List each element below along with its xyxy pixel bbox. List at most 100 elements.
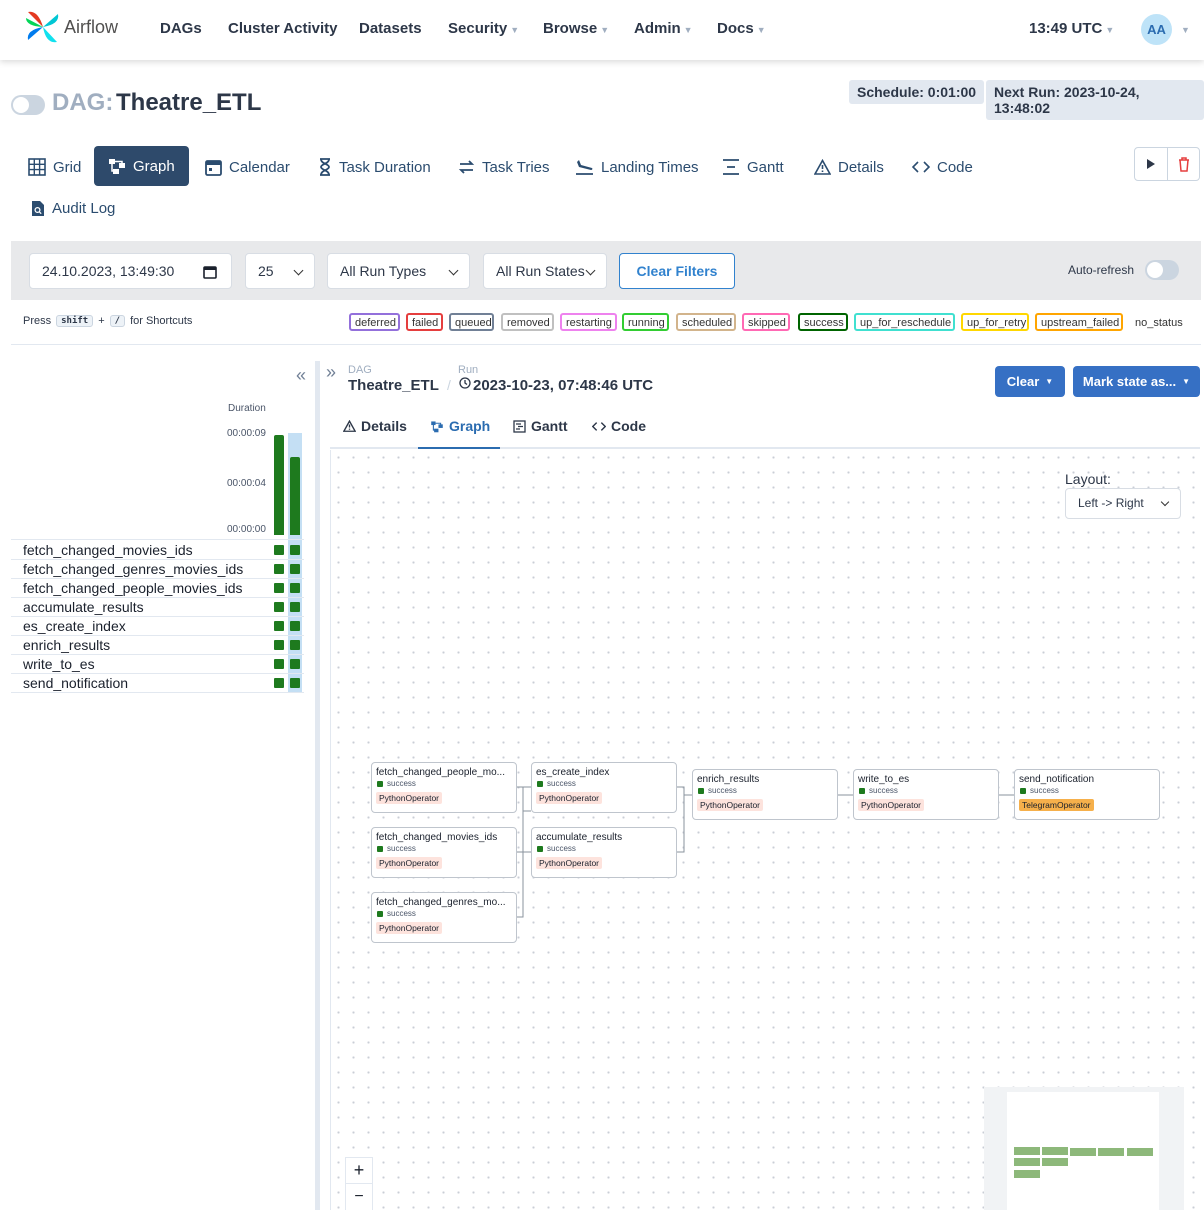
tab-grid[interactable]: Grid (14, 146, 95, 188)
task-instance-success-cell[interactable] (290, 564, 300, 574)
calendar-icon[interactable] (203, 265, 217, 279)
breadcrumb-run-time[interactable]: 2023-10-23, 07:48:46 UTC (473, 377, 653, 394)
expand-grid-icon[interactable]: » (326, 362, 336, 383)
clear-filters-button[interactable]: Clear Filters (619, 253, 735, 289)
run-types-select[interactable]: All Run Types (327, 253, 470, 289)
subtab-graph[interactable]: Graph (430, 418, 490, 434)
tab-graph[interactable]: Graph (94, 146, 189, 186)
num-runs-select[interactable]: 25 (245, 253, 315, 289)
subtab-details[interactable]: Details (343, 418, 407, 434)
run-duration-bar[interactable] (290, 457, 300, 535)
graph-node-fetch-changed-genres[interactable]: fetch_changed_genres_mo... success Pytho… (371, 892, 517, 943)
task-instance-success-cell[interactable] (274, 583, 284, 593)
legend-deferred[interactable]: deferred (349, 313, 400, 331)
graph-node-enrich-results[interactable]: enrich_results success PythonOperator (692, 769, 838, 820)
graph-node-accumulate-results[interactable]: accumulate_results success PythonOperato… (531, 827, 677, 878)
subtab-gantt-label: Gantt (531, 418, 568, 434)
task-row[interactable]: fetch_changed_genres_movies_ids (11, 560, 304, 579)
subtab-code[interactable]: Code (592, 418, 646, 434)
run-states-select[interactable]: All Run States (483, 253, 607, 289)
tab-audit-log[interactable]: Audit Log (17, 187, 129, 229)
tab-calendar[interactable]: Calendar (191, 146, 304, 188)
base-date-input[interactable]: 24.10.2023, 13:49:30 (29, 253, 232, 289)
airflow-logo[interactable] (24, 8, 62, 51)
chevron-down-icon[interactable]: ▼ (1181, 25, 1190, 35)
zoom-in-button[interactable]: + (346, 1158, 372, 1184)
breadcrumb-dag-name[interactable]: Theatre_ETL (348, 377, 439, 394)
shortcuts-plus: + (98, 315, 105, 327)
task-instance-success-cell[interactable] (290, 659, 300, 669)
graph-node-write-to-es[interactable]: write_to_es success PythonOperator (853, 769, 999, 820)
legend-success[interactable]: success (798, 313, 848, 331)
delete-dag-button[interactable] (1168, 148, 1200, 180)
zoom-out-button[interactable]: − (346, 1184, 372, 1210)
tab-task-duration[interactable]: Task Duration (304, 146, 445, 188)
legend-up-for-reschedule[interactable]: up_for_reschedule (854, 313, 955, 331)
trigger-dag-button[interactable] (1135, 148, 1168, 180)
run-duration-bar[interactable] (274, 435, 284, 535)
tab-landing-times[interactable]: Landing Times (561, 146, 713, 188)
clear-task-button[interactable]: Clear ▼ (995, 366, 1065, 397)
task-instance-success-cell[interactable] (274, 659, 284, 669)
task-instance-success-cell[interactable] (274, 621, 284, 631)
tab-gantt[interactable]: Gantt (708, 146, 798, 188)
task-row[interactable]: es_create_index (11, 617, 304, 636)
task-instance-success-cell[interactable] (290, 583, 300, 593)
mark-state-button[interactable]: Mark state as... ▼ (1073, 366, 1200, 397)
task-instance-success-cell[interactable] (274, 545, 284, 555)
panel-resize-handle[interactable] (315, 361, 320, 1210)
page-title[interactable]: Theatre_ETL (116, 89, 261, 117)
legend-scheduled[interactable]: scheduled (676, 313, 736, 331)
task-instance-success-cell[interactable] (290, 640, 300, 650)
nav-dags[interactable]: DAGs (160, 20, 202, 37)
task-instance-success-cell[interactable] (290, 545, 300, 555)
subtab-gantt[interactable]: Gantt (513, 418, 568, 434)
legend-up-for-retry[interactable]: up_for_retry (961, 313, 1029, 331)
timezone-menu[interactable]: 13:49 UTC ▼ (1029, 20, 1114, 37)
legend-restarting[interactable]: restarting (560, 313, 617, 331)
avatar[interactable]: AA (1141, 14, 1172, 45)
task-row[interactable]: send_notification (11, 674, 304, 693)
app-name[interactable]: Airflow (64, 17, 118, 38)
success-status-icon (698, 787, 704, 794)
task-row[interactable]: enrich_results (11, 636, 304, 655)
minimap[interactable] (984, 1087, 1184, 1210)
tab-details[interactable]: Details (800, 146, 898, 188)
task-instance-success-cell[interactable] (274, 678, 284, 688)
legend-no-status[interactable]: no_status (1131, 313, 1186, 331)
legend-removed[interactable]: removed (501, 313, 554, 331)
graph-node-fetch-changed-movies[interactable]: fetch_changed_movies_ids success PythonO… (371, 827, 517, 878)
dag-actions-group (1134, 147, 1200, 181)
nav-datasets[interactable]: Datasets (359, 20, 422, 37)
legend-upstream-failed[interactable]: upstream_failed (1035, 313, 1123, 331)
nav-cluster-activity[interactable]: Cluster Activity (228, 20, 337, 37)
task-row[interactable]: accumulate_results (11, 598, 304, 617)
legend-skipped[interactable]: skipped (742, 313, 790, 331)
graph-node-fetch-changed-people[interactable]: fetch_changed_people_mo... success Pytho… (371, 762, 517, 813)
legend-running[interactable]: running (622, 313, 669, 331)
graph-node-send-notification[interactable]: send_notification success TelegramOperat… (1014, 769, 1160, 820)
legend-queued[interactable]: queued (449, 313, 494, 331)
task-row[interactable]: write_to_es (11, 655, 304, 674)
legend-failed[interactable]: failed (406, 313, 443, 331)
nav-browse[interactable]: Browse ▼ (543, 20, 609, 37)
collapse-grid-icon[interactable]: « (296, 365, 306, 386)
nav-admin[interactable]: Admin ▼ (634, 20, 693, 37)
nav-docs[interactable]: Docs ▼ (717, 20, 766, 37)
tab-task-tries[interactable]: Task Tries (444, 146, 564, 188)
task-instance-success-cell[interactable] (274, 602, 284, 612)
graph-node-es-create-index[interactable]: es_create_index success PythonOperator (531, 762, 677, 813)
auto-refresh-toggle[interactable] (1145, 260, 1179, 280)
task-instance-success-cell[interactable] (290, 602, 300, 612)
task-instance-success-cell[interactable] (290, 678, 300, 688)
node-task-name: write_to_es (858, 774, 910, 785)
task-row[interactable]: fetch_changed_people_movies_ids (11, 579, 304, 598)
shortcut-key-slash: / (109, 315, 126, 327)
task-row[interactable]: fetch_changed_movies_ids (11, 541, 304, 560)
tab-code[interactable]: Code (898, 146, 987, 188)
task-instance-success-cell[interactable] (274, 640, 284, 650)
nav-security[interactable]: Security ▼ (448, 20, 519, 37)
dag-pause-toggle[interactable] (11, 95, 45, 115)
task-instance-success-cell[interactable] (290, 621, 300, 631)
task-instance-success-cell[interactable] (274, 564, 284, 574)
